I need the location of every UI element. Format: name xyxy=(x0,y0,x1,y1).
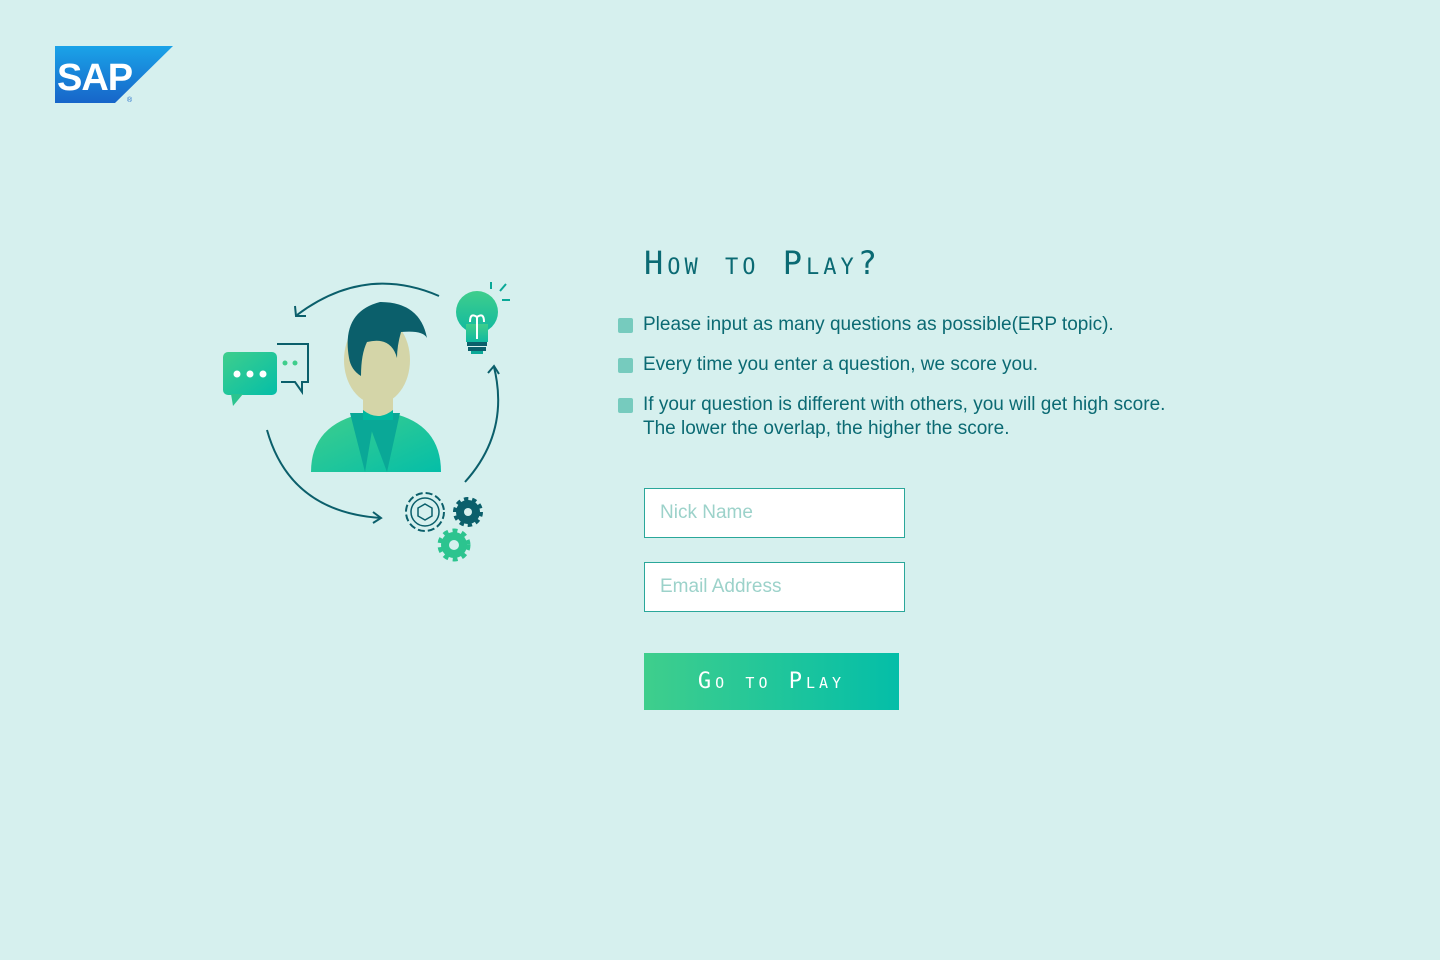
square-bullet-icon xyxy=(618,318,633,333)
registered-mark: ® xyxy=(127,96,133,103)
square-bullet-icon xyxy=(618,398,633,413)
sap-logo-icon: SAP ® xyxy=(55,46,173,104)
page-title: How to Play? xyxy=(644,244,882,282)
square-bullet-icon xyxy=(618,358,633,373)
rule-text: Please input as many questions as possib… xyxy=(643,314,1114,335)
lightbulb-icon xyxy=(456,282,510,354)
sap-logo: SAP ® xyxy=(55,46,173,104)
rule-text: Every time you enter a question, we scor… xyxy=(643,354,1038,375)
chat-bubbles-icon xyxy=(223,343,309,406)
email-input[interactable] xyxy=(644,562,905,612)
sap-logo-text: SAP xyxy=(57,57,133,99)
person-icon xyxy=(311,302,441,472)
rule-item: If your question is different with other… xyxy=(618,393,1165,441)
rule-text: If your question is different with other… xyxy=(643,394,1166,415)
nickname-input[interactable] xyxy=(644,488,905,538)
rule-item: Every time you enter a question, we scor… xyxy=(618,353,1038,377)
hero-illustration xyxy=(215,272,520,572)
rule-item: Please input as many questions as possib… xyxy=(618,313,1114,337)
go-to-play-button[interactable]: Go to Play xyxy=(644,653,899,710)
rule-text-continued: The lower the overlap, the higher the sc… xyxy=(643,418,1010,439)
gears-icon xyxy=(405,492,483,562)
